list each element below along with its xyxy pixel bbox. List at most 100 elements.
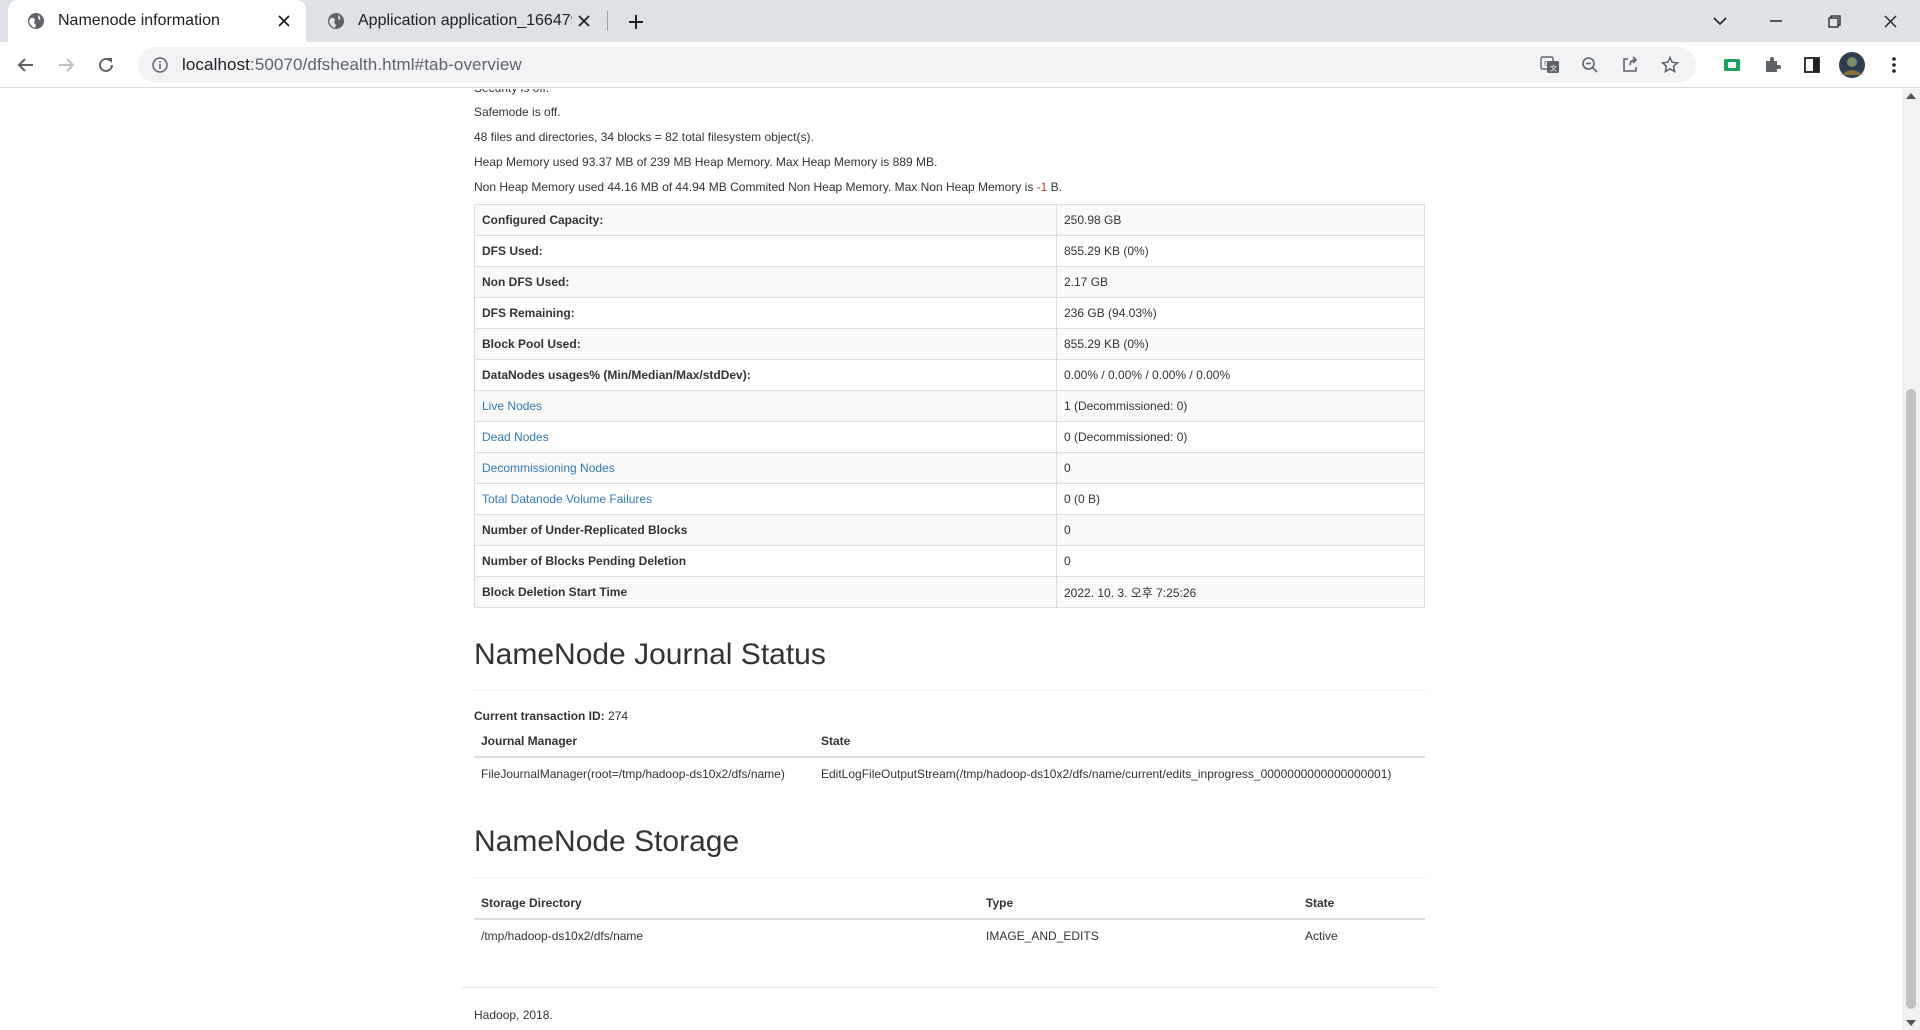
reload-icon <box>99 57 113 72</box>
table-row: Non DFS Used: 2.17 GB <box>474 266 1425 298</box>
row-label: DFS Used: <box>474 235 1057 267</box>
back-button[interactable] <box>10 49 42 81</box>
dead-nodes-link[interactable]: Dead Nodes <box>474 421 1057 453</box>
extensions-menu-button[interactable] <box>1756 49 1788 81</box>
journal-manager-cell: FileJournalManager(root=/tmp/hadoop-ds10… <box>474 756 814 789</box>
forward-button[interactable] <box>50 49 82 81</box>
tab-title: Application application_16647924 <box>358 12 572 29</box>
tab-search-button[interactable] <box>1692 0 1748 42</box>
column-header: Type <box>979 888 1298 920</box>
summary-table: Configured Capacity: 250.98 GB DFS Used: 8… <box>474 204 1425 608</box>
close-window-button[interactable] <box>1862 0 1918 42</box>
browser-tabstrip: Namenode information Application applica… <box>0 0 1920 42</box>
side-panel-button[interactable] <box>1796 49 1828 81</box>
tab-namenode-information[interactable]: Namenode information <box>8 0 306 42</box>
column-header: Journal Manager <box>474 726 814 758</box>
minimize-button[interactable] <box>1748 0 1804 42</box>
browser-menu-button[interactable] <box>1878 49 1910 81</box>
table-row: DFS Used: 855.29 KB (0%) <box>474 235 1425 267</box>
row-label: Number of Under-Replicated Blocks <box>474 514 1057 546</box>
close-tab-icon[interactable] <box>572 9 596 33</box>
row-label: Non DFS Used: <box>474 266 1057 298</box>
current-transaction-id: Current transaction ID: 274 <box>474 709 628 723</box>
close-tab-icon[interactable] <box>272 9 296 33</box>
avatar-icon <box>1839 52 1865 78</box>
security-status: Security is off. <box>474 89 549 99</box>
row-label: Number of Blocks Pending Deletion <box>474 545 1057 577</box>
zoom-out-icon <box>1582 57 1598 73</box>
svg-text:文: 文 <box>1550 64 1557 73</box>
divider <box>474 690 1425 691</box>
non-heap-max-value: -1 <box>1036 180 1048 194</box>
reload-button[interactable] <box>90 49 122 81</box>
page-footer: Hadoop, 2018. <box>474 1008 553 1022</box>
volume-failures-link[interactable]: Total Datanode Volume Failures <box>474 483 1057 515</box>
share-icon <box>1623 56 1638 72</box>
bookmark-button[interactable] <box>1654 49 1686 81</box>
site-info-icon[interactable] <box>150 55 170 75</box>
non-heap-suffix: B. <box>1047 180 1063 194</box>
row-value: 0 (Decommissioned: 0) <box>1056 421 1425 453</box>
table-row: Configured Capacity: 250.98 GB <box>474 204 1425 236</box>
url-text: localhost:50070/dfshealth.html#tab-overv… <box>182 55 522 75</box>
transaction-value: 274 <box>608 709 629 723</box>
row-value: 0 <box>1056 514 1425 546</box>
zoom-button[interactable] <box>1574 49 1606 81</box>
page-viewport: Security is off. Safemode is off. 48 fil… <box>0 89 1900 1030</box>
address-bar[interactable]: localhost:50070/dfshealth.html#tab-overv… <box>138 47 1696 83</box>
restore-icon <box>1827 14 1841 28</box>
table-row: Total Datanode Volume Failures 0 (0 B) <box>474 483 1425 515</box>
table-row: DataNodes usages% (Min/Median/Max/stdDev… <box>474 359 1425 391</box>
scrollbar-thumb[interactable] <box>1906 389 1916 1009</box>
non-heap-prefix: Non Heap Memory used 44.16 MB of 44.94 M… <box>474 180 1037 194</box>
table-row: Dead Nodes 0 (Decommissioned: 0) <box>474 421 1425 453</box>
star-icon <box>1661 56 1679 74</box>
row-value: 0 (0 B) <box>1056 483 1425 515</box>
restore-button[interactable] <box>1806 0 1862 42</box>
column-header: State <box>1298 888 1425 920</box>
tab-title: Namenode information <box>58 12 220 29</box>
safemode-status: Safemode is off. <box>474 105 561 119</box>
chevron-down-icon <box>1713 16 1727 25</box>
plus-icon <box>629 15 643 29</box>
globe-icon <box>26 11 46 31</box>
row-value: 0 <box>1056 545 1425 577</box>
new-tab-button[interactable] <box>622 8 650 36</box>
vertical-scrollbar[interactable] <box>1902 89 1920 1030</box>
more-vert-icon <box>1892 57 1896 73</box>
minimize-icon <box>1770 20 1782 22</box>
row-value: 855.29 KB (0%) <box>1056 328 1425 360</box>
column-header: Storage Directory <box>474 888 979 920</box>
storage-directory-cell: /tmp/hadoop-ds10x2/dfs/name <box>474 918 979 951</box>
heap-memory: Heap Memory used 93.37 MB of 239 MB Heap… <box>474 155 938 169</box>
share-button[interactable] <box>1614 49 1646 81</box>
table-row: Block Deletion Start Time 2022. 10. 3. 오후… <box>474 576 1425 608</box>
table-row: Live Nodes 1 (Decommissioned: 0) <box>474 390 1425 422</box>
extension-button[interactable] <box>1716 49 1748 81</box>
filesystem-objects: 48 files and directories, 34 blocks = 82… <box>474 130 814 144</box>
row-label: Block Deletion Start Time <box>474 576 1057 608</box>
table-row: Number of Blocks Pending Deletion 0 <box>474 545 1425 577</box>
extension-screen-icon <box>1724 59 1740 71</box>
profile-avatar[interactable] <box>1836 49 1868 81</box>
translate-button[interactable]: G文 <box>1534 49 1566 81</box>
scroll-down-arrow-icon[interactable] <box>1906 1020 1916 1026</box>
row-value: 0 <box>1056 452 1425 484</box>
storage-state-cell: Active <box>1298 918 1425 951</box>
url-path: :50070/dfshealth.html#tab-overview <box>250 55 522 74</box>
translate-icon: G文 <box>1540 56 1559 73</box>
row-value: 855.29 KB (0%) <box>1056 235 1425 267</box>
scroll-up-arrow-icon[interactable] <box>1906 93 1916 99</box>
svg-text:G: G <box>1544 60 1549 68</box>
decommissioning-nodes-link[interactable]: Decommissioning Nodes <box>474 452 1057 484</box>
table-header-row: Storage Directory Type State <box>474 888 1425 920</box>
row-label: DataNodes usages% (Min/Median/Max/stdDev… <box>474 359 1057 391</box>
globe-icon <box>326 11 346 31</box>
journal-state-cell: EditLogFileOutputStream(/tmp/hadoop-ds10… <box>814 756 1425 789</box>
table-row: Number of Under-Replicated Blocks 0 <box>474 514 1425 546</box>
live-nodes-link[interactable]: Live Nodes <box>474 390 1057 422</box>
table-row: /tmp/hadoop-ds10x2/dfs/name IMAGE_AND_ED… <box>474 918 1425 951</box>
tab-application[interactable]: Application application_16647924 <box>308 0 606 42</box>
row-value: 2.17 GB <box>1056 266 1425 298</box>
arrow-left-icon <box>17 58 33 72</box>
